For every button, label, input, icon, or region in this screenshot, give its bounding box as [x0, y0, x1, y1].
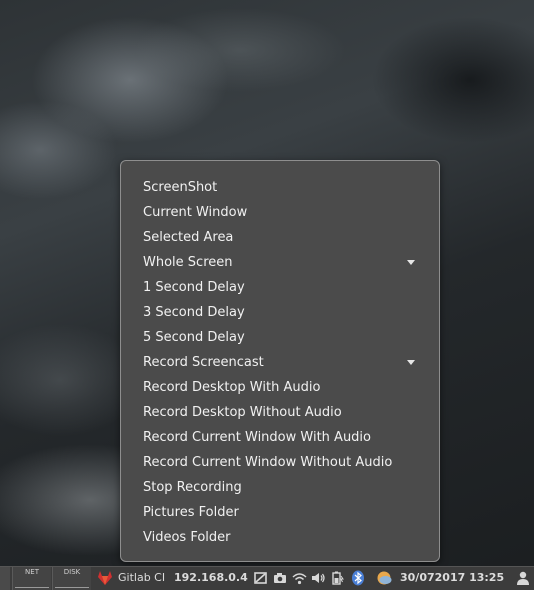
menu-item-label: 3 Second Delay: [143, 305, 245, 320]
menu-item-label: Record Current Window With Audio: [143, 430, 371, 445]
net-graph-line: [15, 587, 49, 588]
menu-item-label: 1 Second Delay: [143, 280, 245, 295]
menu-item-record-desktop-with-audio[interactable]: Record Desktop With Audio: [121, 375, 439, 400]
chevron-down-icon[interactable]: [407, 360, 415, 365]
menu-item-whole-screen[interactable]: Whole Screen: [121, 250, 439, 275]
menu-list: ScreenShot Current Window Selected Area …: [121, 175, 439, 550]
menu-item-label: Record Screencast: [143, 355, 264, 370]
menu-item-record-window-with-audio[interactable]: Record Current Window With Audio: [121, 425, 439, 450]
menu-item-1-second-delay[interactable]: 1 Second Delay: [121, 275, 439, 300]
menu-item-stop-recording[interactable]: Stop Recording: [121, 475, 439, 500]
net-label: NET: [25, 568, 39, 576]
menu-item-record-desktop-without-audio[interactable]: Record Desktop Without Audio: [121, 400, 439, 425]
menu-item-label: Whole Screen: [143, 255, 233, 270]
disk-monitor[interactable]: DISK: [52, 567, 91, 590]
volume-icon[interactable]: [311, 570, 326, 586]
chevron-down-icon[interactable]: [407, 260, 415, 265]
menu-item-label: Record Current Window Without Audio: [143, 455, 393, 470]
menu-item-current-window[interactable]: Current Window: [121, 200, 439, 225]
clock-datetime[interactable]: 30/072017 13:25: [400, 571, 504, 585]
menu-item-label: Record Desktop With Audio: [143, 380, 321, 395]
menu-item-5-second-delay[interactable]: 5 Second Delay: [121, 325, 439, 350]
ip-address: 192.168.0.4: [174, 571, 248, 584]
taskbar-left-handle[interactable]: [0, 567, 10, 590]
taskbar: NET DISK Gitlab CI 192.168.0.4 30/072017…: [0, 566, 534, 590]
menu-item-3-second-delay[interactable]: 3 Second Delay: [121, 300, 439, 325]
menu-item-label: Pictures Folder: [143, 505, 239, 520]
menu-item-label: Videos Folder: [143, 530, 231, 545]
menu-item-selected-area[interactable]: Selected Area: [121, 225, 439, 250]
menu-item-label: Record Desktop Without Audio: [143, 405, 342, 420]
menu-item-label: Stop Recording: [143, 480, 242, 495]
wifi-icon[interactable]: [292, 570, 307, 586]
user-icon[interactable]: [516, 570, 530, 586]
disk-label: DISK: [63, 568, 81, 576]
menu-item-label: Selected Area: [143, 230, 234, 245]
menu-item-videos-folder[interactable]: Videos Folder: [121, 525, 439, 550]
screen-lock-icon[interactable]: [254, 570, 268, 586]
menu-item-record-window-without-audio[interactable]: Record Current Window Without Audio: [121, 450, 439, 475]
screenshot-menu: ScreenShot Current Window Selected Area …: [120, 160, 440, 562]
menu-item-label: ScreenShot: [143, 180, 218, 195]
menu-item-pictures-folder[interactable]: Pictures Folder: [121, 500, 439, 525]
net-monitor[interactable]: NET: [12, 567, 51, 590]
menu-item-screenshot[interactable]: ScreenShot: [121, 175, 439, 200]
weather-icon[interactable]: [376, 570, 392, 586]
menu-item-record-screencast[interactable]: Record Screencast: [121, 350, 439, 375]
camera-icon[interactable]: [273, 570, 287, 586]
menu-item-label: Current Window: [143, 205, 248, 220]
gitlab-ci-label[interactable]: Gitlab CI: [118, 571, 165, 585]
gitlab-icon[interactable]: [97, 570, 113, 586]
battery-icon[interactable]: [330, 570, 344, 586]
disk-graph-line: [55, 587, 89, 588]
bluetooth-icon[interactable]: [350, 570, 366, 586]
menu-item-label: 5 Second Delay: [143, 330, 245, 345]
